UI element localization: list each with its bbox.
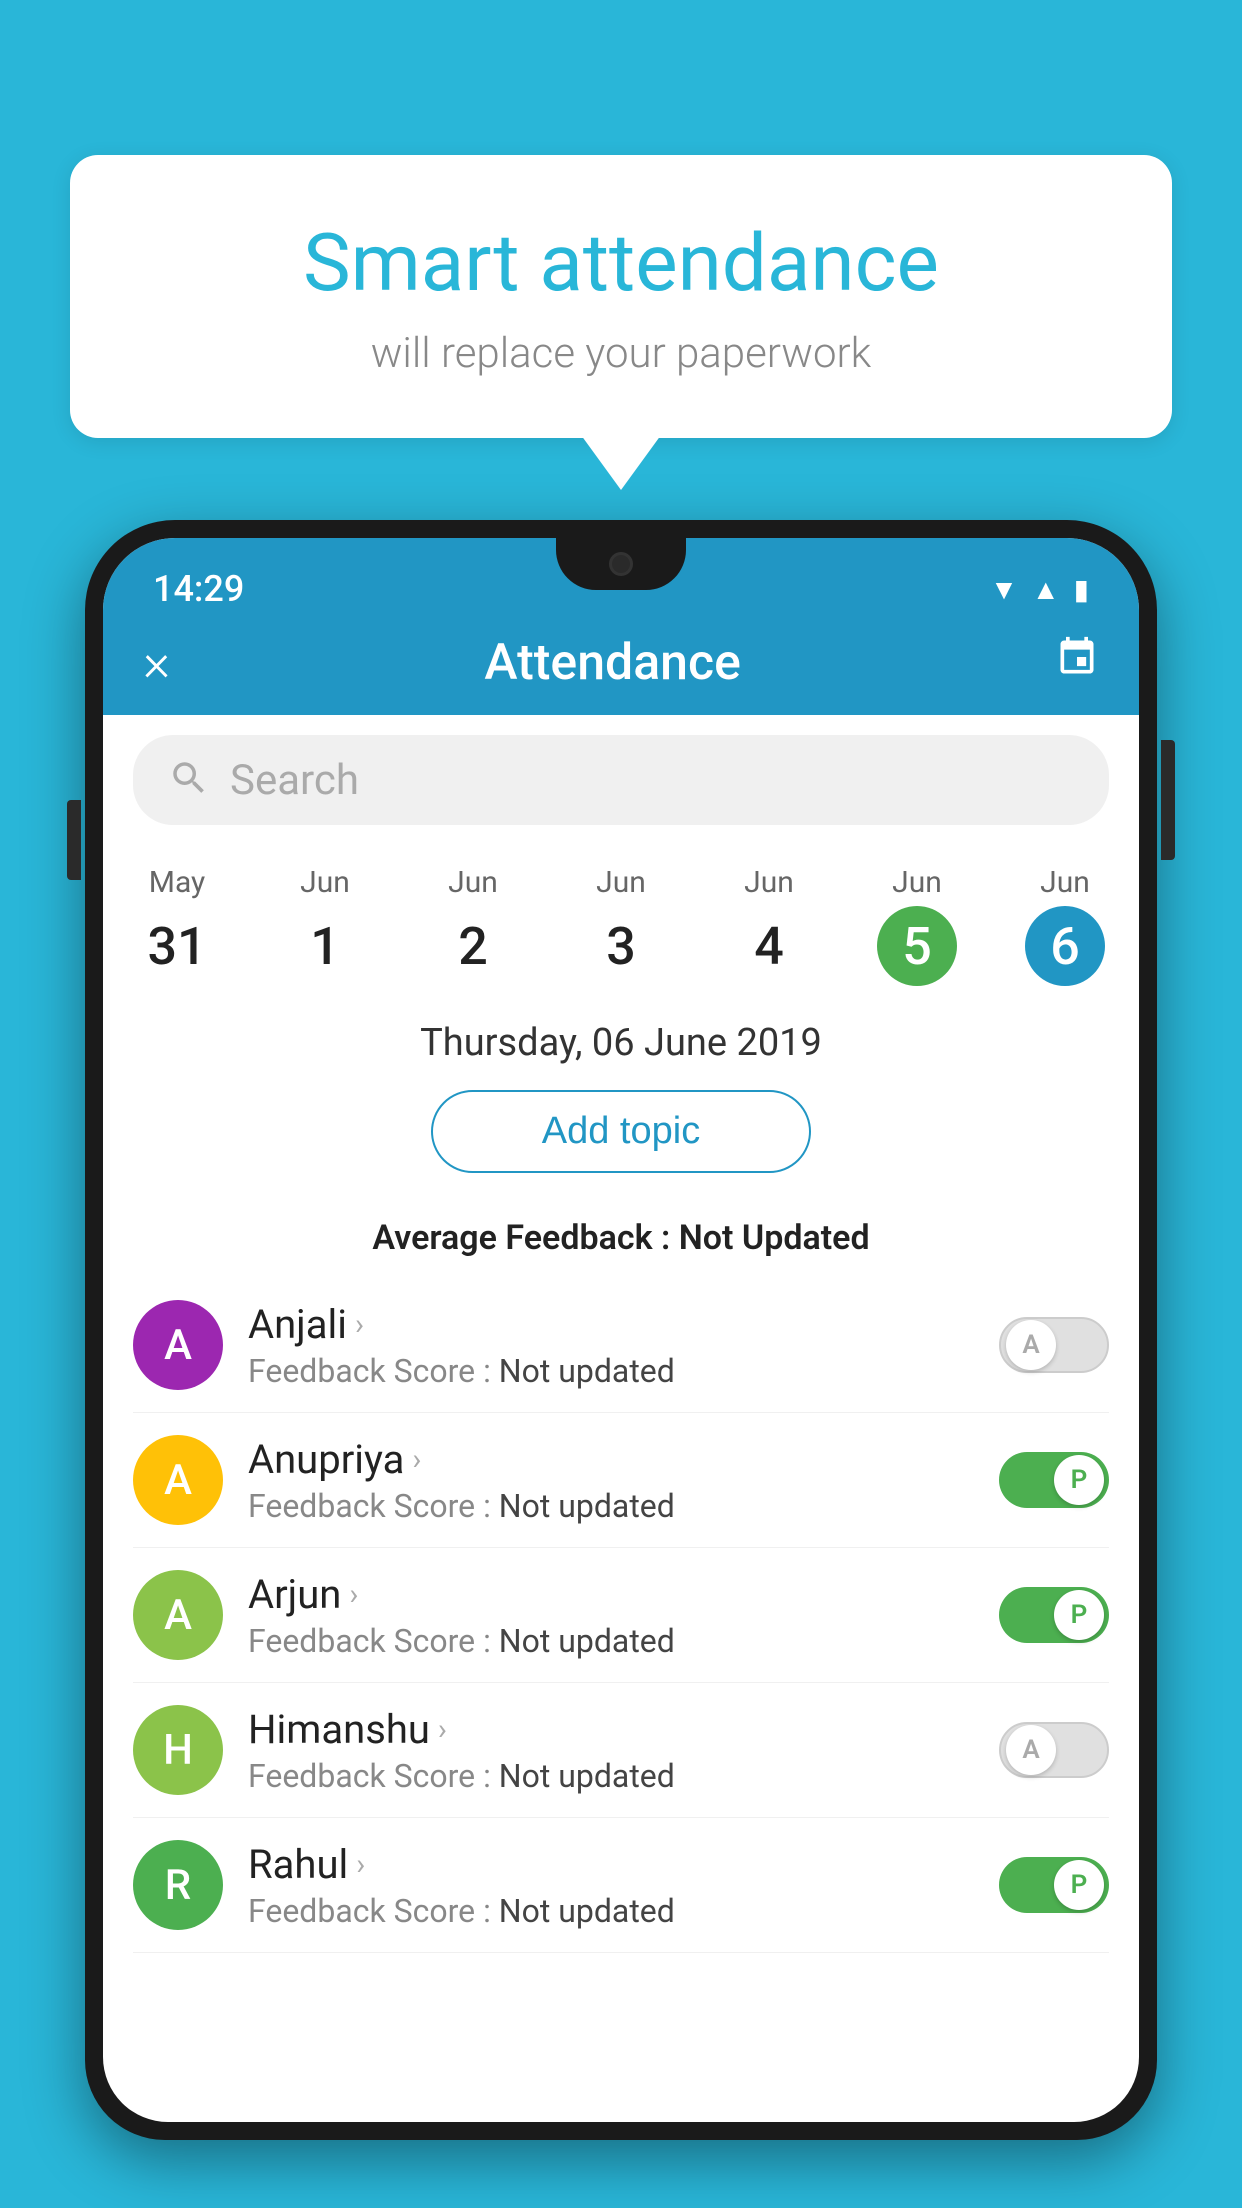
cal-day-3[interactable]: Jun 3 [547,865,695,986]
calendar-row: May 31 Jun 1 Jun 2 Jun 3 Jun 4 Jun 5 Jun… [103,845,1139,996]
student-item-2[interactable]: A Arjun › Feedback Score : Not updated P [133,1548,1109,1683]
wifi-icon: ▼ [990,573,1018,606]
calendar-icon[interactable] [1055,635,1099,690]
battery-icon: ▮ [1074,573,1089,606]
bubble-title: Smart attendance [150,215,1092,311]
status-icons: ▼ ▲ ▮ [990,573,1089,606]
app-header: × Attendance [103,610,1139,715]
status-time: 14:29 [153,568,244,610]
student-info-1: Anupriya › Feedback Score : Not updated [248,1436,974,1525]
phone-outer: 14:29 ▼ ▲ ▮ × Attendance [85,520,1157,2140]
attendance-toggle-3[interactable]: A [999,1722,1109,1778]
app-title: Attendance [484,634,741,692]
student-info-4: Rahul › Feedback Score : Not updated [248,1841,974,1930]
chevron-icon: › [438,1712,447,1747]
cal-day-5[interactable]: Jun 5 [843,865,991,986]
close-button[interactable]: × [143,637,170,689]
avatar-0: A [133,1300,223,1390]
attendance-toggle-1[interactable]: P [999,1452,1109,1508]
phone-container: 14:29 ▼ ▲ ▮ × Attendance [85,520,1157,2208]
avatar-2: A [133,1570,223,1660]
student-list: A Anjali › Feedback Score : Not updated … [103,1278,1139,1953]
chevron-icon: › [355,1307,364,1342]
cal-day-6[interactable]: Jun 6 [991,865,1139,986]
avatar-1: A [133,1435,223,1525]
student-info-2: Arjun › Feedback Score : Not updated [248,1571,974,1660]
speech-bubble-container: Smart attendance will replace your paper… [70,155,1172,438]
search-icon [168,757,210,803]
student-item-3[interactable]: H Himanshu › Feedback Score : Not update… [133,1683,1109,1818]
avatar-3: H [133,1705,223,1795]
attendance-toggle-4[interactable]: P [999,1857,1109,1913]
camera-icon [609,552,633,576]
chevron-icon: › [349,1577,358,1612]
add-topic-button[interactable]: Add topic [431,1090,811,1173]
phone-screen: 14:29 ▼ ▲ ▮ × Attendance [103,538,1139,2122]
search-box[interactable]: Search [133,735,1109,825]
avg-feedback: Average Feedback : Not Updated [103,1208,1139,1278]
cal-day-0[interactable]: May 31 [103,865,251,986]
selected-date: Thursday, 06 June 2019 [103,996,1139,1080]
bubble-subtitle: will replace your paperwork [150,329,1092,378]
student-item-4[interactable]: R Rahul › Feedback Score : Not updated P [133,1818,1109,1953]
chevron-icon: › [356,1847,365,1882]
attendance-toggle-2[interactable]: P [999,1587,1109,1643]
avatar-4: R [133,1840,223,1930]
student-item-0[interactable]: A Anjali › Feedback Score : Not updated … [133,1278,1109,1413]
attendance-toggle-0[interactable]: A [999,1317,1109,1373]
speech-bubble: Smart attendance will replace your paper… [70,155,1172,438]
student-item-1[interactable]: A Anupriya › Feedback Score : Not update… [133,1413,1109,1548]
search-container: Search [103,715,1139,845]
signal-icon: ▲ [1032,573,1060,606]
cal-day-1[interactable]: Jun 1 [251,865,399,986]
phone-notch [556,538,686,590]
cal-day-4[interactable]: Jun 4 [695,865,843,986]
student-info-3: Himanshu › Feedback Score : Not updated [248,1706,974,1795]
chevron-icon: › [412,1442,421,1477]
cal-day-2[interactable]: Jun 2 [399,865,547,986]
search-placeholder: Search [230,756,359,805]
student-info-0: Anjali › Feedback Score : Not updated [248,1301,974,1390]
